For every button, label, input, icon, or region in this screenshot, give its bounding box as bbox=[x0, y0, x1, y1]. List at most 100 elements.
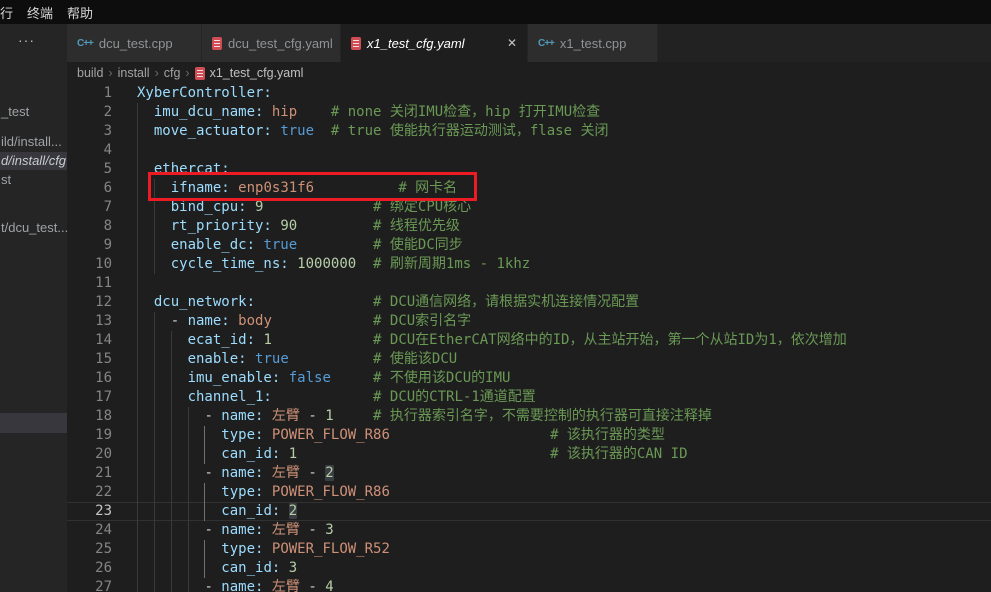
code-content[interactable] bbox=[137, 141, 991, 160]
code-content[interactable]: XyberController: bbox=[137, 84, 991, 103]
sidebar-item[interactable]: ild/install... bbox=[0, 132, 67, 152]
line-number[interactable]: 11 bbox=[67, 274, 137, 293]
code-content[interactable]: - name: 左臂 - 1# 执行器索引名字，不需要控制的执行器可直接注释掉 bbox=[137, 407, 991, 426]
breadcrumb-item[interactable]: install bbox=[118, 66, 150, 80]
code-line[interactable]: 23 can_id: 2 bbox=[67, 502, 991, 521]
code-content[interactable]: can_id: 3 bbox=[137, 559, 991, 578]
code-line[interactable]: 4 bbox=[67, 141, 991, 160]
menu-item[interactable]: 行 bbox=[0, 3, 20, 22]
more-actions-icon[interactable]: ··· bbox=[0, 32, 53, 48]
code-content[interactable]: ecat_id: 1# DCU在EtherCAT网络中的ID，从主站开始，第一个… bbox=[137, 331, 991, 350]
code-content[interactable]: can_id: 1# 该执行器的CAN ID bbox=[137, 445, 991, 464]
code-line[interactable]: 7 bind_cpu: 9# 绑定CPU核心 bbox=[67, 198, 991, 217]
line-number[interactable]: 7 bbox=[67, 198, 137, 217]
code-line[interactable]: 8 rt_priority: 90# 线程优先级 bbox=[67, 217, 991, 236]
code-line[interactable]: 21 - name: 左臂 - 2 bbox=[67, 464, 991, 483]
line-number[interactable]: 5 bbox=[67, 160, 137, 179]
line-number[interactable]: 9 bbox=[67, 236, 137, 255]
code-content[interactable]: move_actuator: true# true 使能执行器运动测试，flas… bbox=[137, 122, 991, 141]
line-number[interactable]: 6 bbox=[67, 179, 137, 198]
code-content[interactable]: - name: 左臂 - 3 bbox=[137, 521, 991, 540]
code-line[interactable]: 18 - name: 左臂 - 1# 执行器索引名字，不需要控制的执行器可直接注… bbox=[67, 407, 991, 426]
line-number[interactable]: 20 bbox=[67, 445, 137, 464]
line-number[interactable]: 14 bbox=[67, 331, 137, 350]
code-line[interactable]: 2 imu_dcu_name: hip# none 关闭IMU检查，hip 打开… bbox=[67, 103, 991, 122]
code-line[interactable]: 11 bbox=[67, 274, 991, 293]
line-number[interactable]: 10 bbox=[67, 255, 137, 274]
line-number[interactable]: 1 bbox=[67, 84, 137, 103]
code-content[interactable]: ethercat: bbox=[137, 160, 991, 179]
line-number[interactable]: 25 bbox=[67, 540, 137, 559]
tab-x1_test_cfg.yaml[interactable]: x1_test_cfg.yaml✕ bbox=[341, 24, 528, 62]
line-number[interactable]: 8 bbox=[67, 217, 137, 236]
code-line[interactable]: 3 move_actuator: true# true 使能执行器运动测试，fl… bbox=[67, 122, 991, 141]
code-content[interactable]: - name: 左臂 - 2 bbox=[137, 464, 991, 483]
code-line[interactable]: 13 - name: body# DCU索引名字 bbox=[67, 312, 991, 331]
close-icon[interactable]: ✕ bbox=[507, 36, 517, 50]
menu-item[interactable]: 终端 bbox=[20, 3, 60, 22]
line-number[interactable]: 26 bbox=[67, 559, 137, 578]
sidebar-item[interactable]: d/install/cfg bbox=[0, 152, 67, 170]
code-content[interactable]: bind_cpu: 9# 绑定CPU核心 bbox=[137, 198, 991, 217]
code-line[interactable]: 24 - name: 左臂 - 3 bbox=[67, 521, 991, 540]
code-content[interactable]: - name: 左臂 - 4 bbox=[137, 578, 991, 592]
code-content[interactable]: rt_priority: 90# 线程优先级 bbox=[137, 217, 991, 236]
code-line[interactable]: 14 ecat_id: 1# DCU在EtherCAT网络中的ID，从主站开始，… bbox=[67, 331, 991, 350]
line-number[interactable]: 3 bbox=[67, 122, 137, 141]
code-content[interactable]: type: POWER_FLOW_R52 bbox=[137, 540, 991, 559]
sidebar-selected-row[interactable] bbox=[0, 413, 67, 433]
code-line[interactable]: 5 ethercat: bbox=[67, 160, 991, 179]
tab-dcu_test.cpp[interactable]: C++dcu_test.cpp bbox=[67, 24, 202, 62]
code-content[interactable]: can_id: 2 bbox=[137, 502, 991, 521]
line-number[interactable]: 17 bbox=[67, 388, 137, 407]
line-number[interactable]: 12 bbox=[67, 293, 137, 312]
code-content[interactable]: type: POWER_FLOW_R86# 该执行器的类型 bbox=[137, 426, 991, 445]
breadcrumb-file[interactable]: x1_test_cfg.yaml bbox=[210, 66, 304, 80]
code-line[interactable]: 17 channel_1:# DCU的CTRL-1通道配置 bbox=[67, 388, 991, 407]
code-line[interactable]: 26 can_id: 3 bbox=[67, 559, 991, 578]
code-line[interactable]: 20 can_id: 1# 该执行器的CAN ID bbox=[67, 445, 991, 464]
code-content[interactable]: enable_dc: true# 使能DC同步 bbox=[137, 236, 991, 255]
line-number[interactable]: 13 bbox=[67, 312, 137, 331]
line-number[interactable]: 22 bbox=[67, 483, 137, 502]
code-line[interactable]: 12 dcu_network:# DCU通信网络，请根据实机连接情况配置 bbox=[67, 293, 991, 312]
line-number[interactable]: 27 bbox=[67, 578, 137, 592]
breadcrumb-item[interactable]: build bbox=[77, 66, 103, 80]
sidebar-item[interactable]: st bbox=[0, 170, 67, 190]
code-content[interactable]: imu_dcu_name: hip# none 关闭IMU检查，hip 打开IM… bbox=[137, 103, 991, 122]
line-number[interactable]: 15 bbox=[67, 350, 137, 369]
code-line[interactable]: 9 enable_dc: true# 使能DC同步 bbox=[67, 236, 991, 255]
code-content[interactable] bbox=[137, 274, 991, 293]
line-number[interactable]: 24 bbox=[67, 521, 137, 540]
sidebar-item[interactable]: t/dcu_test... bbox=[0, 218, 67, 238]
line-number[interactable]: 4 bbox=[67, 141, 137, 160]
sidebar-item[interactable]: _test bbox=[0, 102, 67, 122]
line-number[interactable]: 21 bbox=[67, 464, 137, 483]
line-number[interactable]: 2 bbox=[67, 103, 137, 122]
line-number[interactable]: 18 bbox=[67, 407, 137, 426]
line-number[interactable]: 16 bbox=[67, 369, 137, 388]
code-line[interactable]: 6 ifname: enp0s31f6# 网卡名 bbox=[67, 179, 991, 198]
code-line[interactable]: 16 imu_enable: false# 不使用该DCU的IMU bbox=[67, 369, 991, 388]
tab-x1_test.cpp[interactable]: C++x1_test.cpp bbox=[528, 24, 658, 62]
menu-item[interactable]: 帮助 bbox=[60, 3, 100, 22]
code-content[interactable]: enable: true# 使能该DCU bbox=[137, 350, 991, 369]
code-content[interactable]: imu_enable: false# 不使用该DCU的IMU bbox=[137, 369, 991, 388]
code-line[interactable]: 25 type: POWER_FLOW_R52 bbox=[67, 540, 991, 559]
line-number[interactable]: 23 bbox=[67, 502, 137, 521]
code-line[interactable]: 15 enable: true# 使能该DCU bbox=[67, 350, 991, 369]
code-content[interactable]: ifname: enp0s31f6# 网卡名 bbox=[137, 179, 991, 198]
code-line[interactable]: 10 cycle_time_ns: 1000000# 刷新周期1ms - 1kh… bbox=[67, 255, 991, 274]
code-editor[interactable]: 1XyberController:2 imu_dcu_name: hip# no… bbox=[67, 84, 991, 592]
code-content[interactable]: type: POWER_FLOW_R86 bbox=[137, 483, 991, 502]
code-line[interactable]: 27 - name: 左臂 - 4 bbox=[67, 578, 991, 592]
code-content[interactable]: cycle_time_ns: 1000000# 刷新周期1ms - 1khz bbox=[137, 255, 991, 274]
line-number[interactable]: 19 bbox=[67, 426, 137, 445]
code-content[interactable]: - name: body# DCU索引名字 bbox=[137, 312, 991, 331]
code-line[interactable]: 19 type: POWER_FLOW_R86# 该执行器的类型 bbox=[67, 426, 991, 445]
code-line[interactable]: 22 type: POWER_FLOW_R86 bbox=[67, 483, 991, 502]
code-content[interactable]: dcu_network:# DCU通信网络，请根据实机连接情况配置 bbox=[137, 293, 991, 312]
code-line[interactable]: 1XyberController: bbox=[67, 84, 991, 103]
code-content[interactable]: channel_1:# DCU的CTRL-1通道配置 bbox=[137, 388, 991, 407]
tab-dcu_test_cfg.yaml[interactable]: dcu_test_cfg.yaml bbox=[202, 24, 341, 62]
